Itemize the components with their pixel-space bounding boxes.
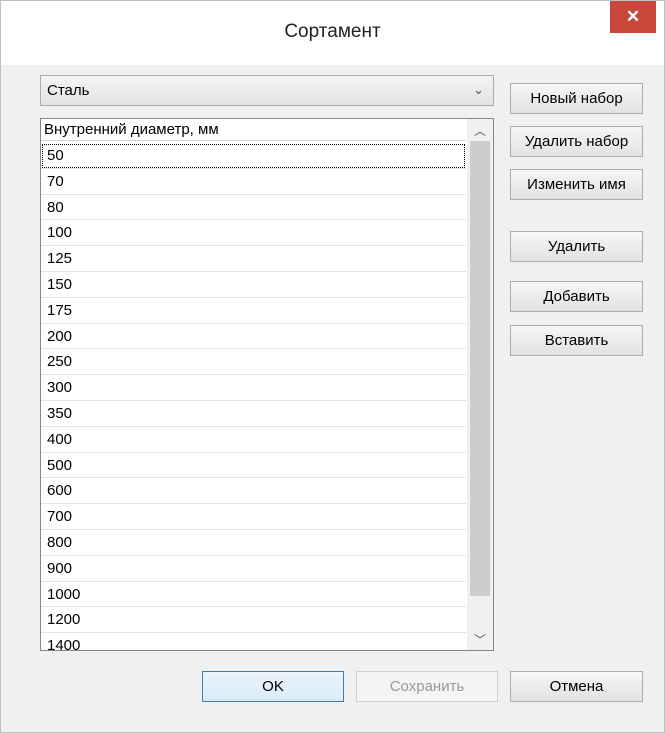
dialog-window: Сортамент ✕ Сталь ⌄ Внутренний диаметр, … — [0, 0, 665, 733]
list-item[interactable]: 150 — [41, 272, 466, 298]
insert-button[interactable]: Вставить — [510, 325, 643, 356]
list-rows: 50 70 80 100 125 150 175 200 250 300 350 400 500 600 7… — [41, 143, 466, 650]
list-item[interactable]: 700 — [41, 504, 466, 530]
title-bar: Сортамент ✕ — [1, 1, 664, 65]
list-item[interactable]: 70 — [41, 169, 466, 195]
add-button[interactable]: Добавить — [510, 281, 643, 312]
delete-button[interactable]: Удалить — [510, 231, 643, 262]
list-item[interactable]: 1000 — [41, 582, 466, 608]
list-item[interactable]: 1200 — [41, 607, 466, 634]
scroll-up-icon[interactable]: ︿ — [467, 119, 493, 141]
list-item[interactable]: 900 — [41, 556, 466, 582]
scroll-down-icon[interactable]: ﹀ — [467, 628, 493, 650]
close-icon: ✕ — [625, 7, 641, 26]
list-header: Внутренний диаметр, мм — [41, 119, 466, 141]
cancel-button[interactable]: Отмена — [510, 671, 643, 702]
list-item[interactable]: 500 — [41, 453, 466, 479]
vertical-scrollbar[interactable]: ︿ ﹀ — [467, 119, 493, 650]
material-select[interactable]: Сталь ⌄ — [40, 75, 494, 106]
close-button[interactable]: ✕ — [610, 1, 656, 33]
list-item[interactable]: 50 — [41, 143, 466, 169]
list-item[interactable]: 250 — [41, 349, 466, 376]
ok-button[interactable]: OK — [202, 671, 344, 702]
rename-button[interactable]: Изменить имя — [510, 169, 643, 200]
save-button[interactable]: Сохранить — [356, 671, 498, 702]
list-item[interactable]: 125 — [41, 246, 466, 272]
list-item[interactable]: 600 — [41, 478, 466, 505]
list-item[interactable]: 80 — [41, 195, 466, 221]
list-item[interactable]: 300 — [41, 375, 466, 401]
dialog-title: Сортамент — [284, 21, 381, 42]
new-set-button[interactable]: Новый набор — [510, 83, 643, 114]
list-item[interactable]: 100 — [41, 220, 466, 247]
list-item[interactable]: 400 — [41, 427, 466, 453]
list-item[interactable]: 1400 — [41, 633, 466, 650]
list-item[interactable]: 175 — [41, 298, 466, 324]
diameter-list[interactable]: Внутренний диаметр, мм 50 70 80 100 125 150 17… — [40, 118, 494, 651]
chevron-down-icon: ⌄ — [473, 82, 484, 97]
list-item[interactable]: 800 — [41, 530, 466, 556]
material-select-value: Сталь — [47, 82, 90, 99]
list-item[interactable]: 350 — [41, 401, 466, 427]
scroll-thumb[interactable] — [470, 141, 490, 596]
delete-set-button[interactable]: Удалить набор — [510, 126, 643, 157]
list-item[interactable]: 200 — [41, 324, 466, 350]
